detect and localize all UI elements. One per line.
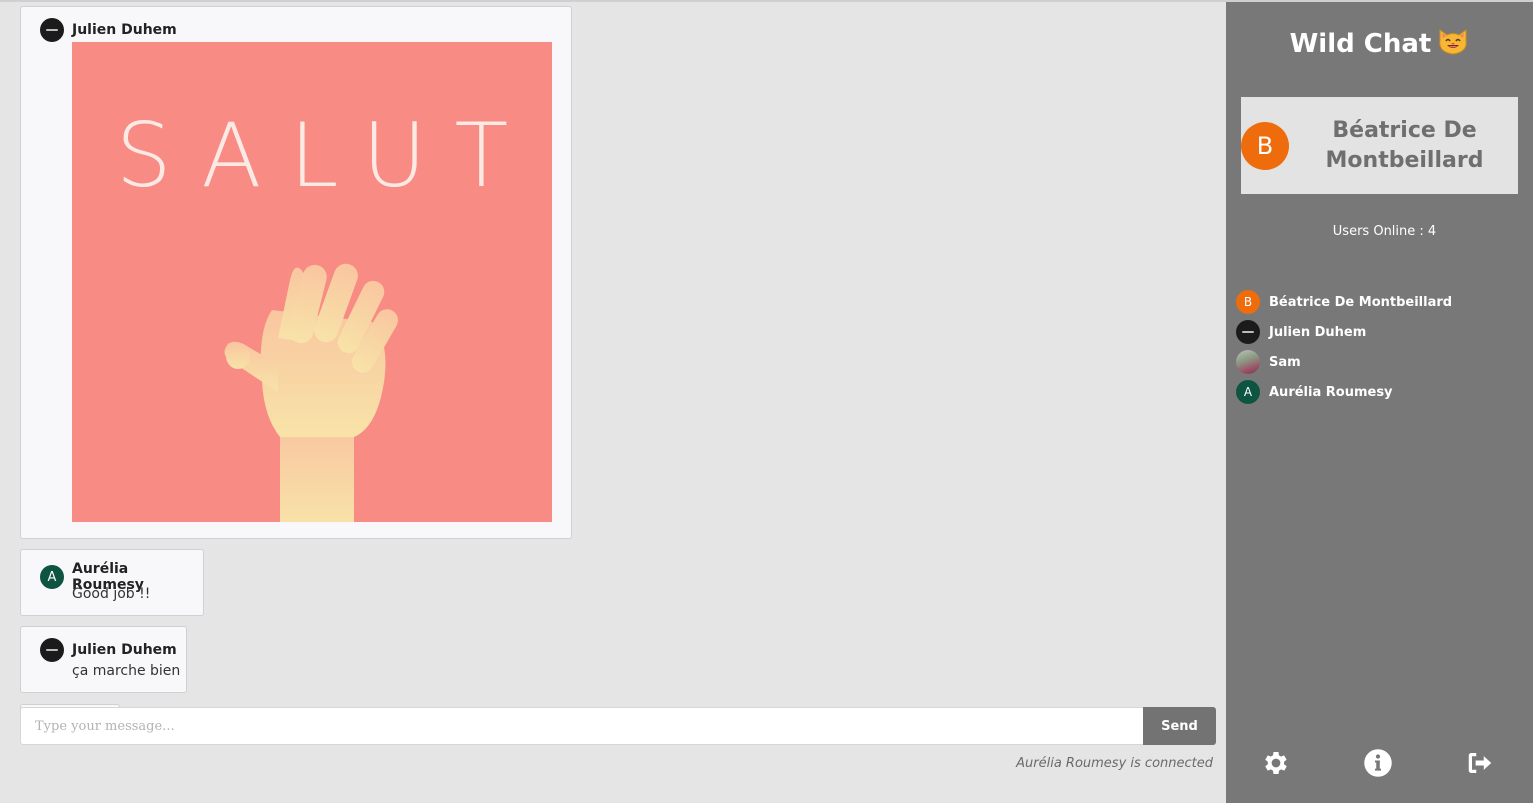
connection-status: Aurélia Roumesy is connected: [1016, 756, 1213, 771]
avatar: [1236, 320, 1260, 344]
online-user-list: B Béatrice De Montbeillard Julien Duhem …: [1236, 287, 1452, 407]
avatar: [1236, 350, 1260, 374]
message-header: Julien Duhem: [40, 638, 177, 662]
list-item[interactable]: Julien Duhem: [1236, 317, 1452, 347]
avatar: [40, 638, 64, 662]
app-title-text: Wild Chat: [1289, 29, 1432, 59]
message-card: Julien Duhem SALUT: [20, 6, 572, 539]
message-header: Julien Duhem: [40, 18, 177, 42]
users-online-count: Users Online : 4: [1332, 224, 1437, 239]
user-name: Béatrice De Montbeillard: [1269, 294, 1453, 310]
app-title: Wild Chat: [1226, 26, 1533, 59]
user-name: Sam: [1269, 354, 1301, 370]
info-icon[interactable]: [1362, 747, 1394, 779]
gear-icon[interactable]: [1260, 747, 1292, 779]
list-item[interactable]: A Aurélia Roumesy: [1236, 377, 1452, 407]
chat-area: Julien Duhem SALUT A Aurélia Roumesy Goo…: [0, 2, 1226, 803]
avatar: A: [1236, 380, 1260, 404]
current-user-name: Béatrice De Montbeillard: [1325, 117, 1484, 173]
message-card: A Aurélia Roumesy Good job !!: [20, 549, 204, 616]
logout-icon[interactable]: [1464, 747, 1496, 779]
message-author: Julien Duhem: [72, 22, 177, 38]
message-text: ça marche bien: [72, 663, 181, 679]
smiling-cat-icon: [1439, 29, 1468, 55]
message-input[interactable]: [20, 707, 1143, 745]
waving-hand-illustration: [224, 263, 398, 522]
user-name: Julien Duhem: [1269, 324, 1367, 340]
sidebar-footer: [1226, 747, 1533, 783]
message-card: Julien Duhem ça marche bien: [20, 626, 187, 693]
avatar: A: [40, 565, 64, 589]
message-composer: Send: [20, 707, 1216, 745]
list-item[interactable]: B Béatrice De Montbeillard: [1236, 287, 1452, 317]
message-text: Good job !!: [72, 586, 151, 602]
list-item[interactable]: Sam: [1236, 347, 1452, 377]
sidebar: Wild Chat B Béatrice De Montbeillard Use…: [1226, 2, 1533, 803]
send-button[interactable]: Send: [1143, 707, 1216, 745]
message-image[interactable]: SALUT: [72, 42, 552, 522]
avatar: B: [1241, 121, 1289, 170]
user-name: Aurélia Roumesy: [1269, 384, 1393, 400]
message-author: Julien Duhem: [72, 642, 177, 658]
avatar: [40, 18, 64, 42]
avatar: B: [1236, 290, 1260, 314]
current-user-card: B Béatrice De Montbeillard: [1241, 97, 1518, 194]
